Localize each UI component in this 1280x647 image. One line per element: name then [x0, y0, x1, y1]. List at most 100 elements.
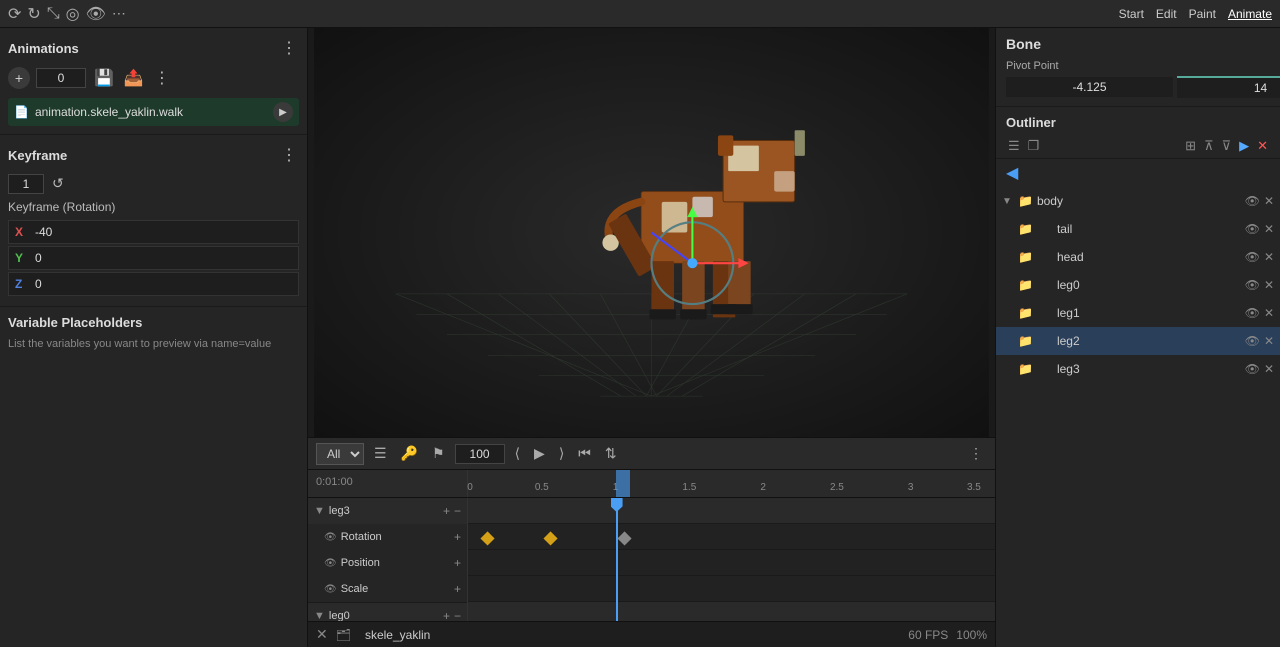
move-icon[interactable]: ⟳ — [8, 4, 21, 24]
view-icon[interactable]: 👁 — [86, 4, 106, 24]
eye-icon-3[interactable]: 👁 — [324, 584, 337, 595]
leg2-visibility[interactable]: 👁 — [1245, 334, 1260, 348]
menu-start[interactable]: Start — [1119, 7, 1144, 21]
play-button[interactable]: ▶ — [273, 102, 293, 122]
keyframe-title: Keyframe — [8, 148, 67, 163]
scale-icon[interactable]: ⤡ — [47, 5, 60, 23]
eye-icon-1[interactable]: 👁 — [324, 532, 337, 543]
flag-button[interactable]: ⚑ — [428, 443, 449, 464]
keyframe-2[interactable] — [543, 531, 557, 545]
leg3-delete[interactable]: ✕ — [1264, 362, 1274, 376]
head-folder-icon: 📁 — [1018, 250, 1033, 264]
tail-folder-icon: 📁 — [1018, 222, 1033, 236]
leg0-visibility[interactable]: 👁 — [1245, 278, 1260, 292]
rotate-icon[interactable]: ↻ — [27, 4, 40, 24]
next-key-button[interactable]: ⟩ — [555, 443, 568, 464]
ruler-2-5: 2.5 — [830, 482, 844, 493]
viewport[interactable] — [308, 28, 995, 437]
more-icon[interactable]: ⋯ — [112, 5, 126, 22]
timeline-content: ▼ leg3 + − 👁 Rotation + 👁 Position — [308, 498, 995, 621]
leg3-position-add[interactable]: + — [454, 556, 461, 570]
outliner-arrow-btn[interactable]: ▶ — [1237, 136, 1251, 156]
keyframe-3[interactable] — [617, 531, 631, 545]
leg0-folder-icon: 📁 — [1018, 278, 1033, 292]
outliner-item-head[interactable]: 📁 head 👁 ✕ — [996, 243, 1280, 271]
eye-icon-2[interactable]: 👁 — [324, 558, 337, 569]
export-animation-button[interactable]: 📤 — [122, 66, 146, 90]
save-animation-button[interactable]: 💾 — [92, 66, 116, 90]
body-visibility[interactable]: 👁 — [1245, 194, 1260, 208]
keyframe-1[interactable] — [480, 531, 494, 545]
outliner-item-leg0[interactable]: 📁 leg0 👁 ✕ — [996, 271, 1280, 299]
top-bar: ⟳ ↻ ⤡ ◎ 👁 ⋯ Start Edit Paint Animate — [0, 0, 1280, 28]
leg3-folder-icon: 📁 — [1018, 362, 1033, 376]
head-name: head — [1037, 250, 1241, 264]
timeline-ruler: 0:01:00 0 0.5 1 1.5 2 2.5 3 3.5 — [308, 470, 995, 498]
body-delete[interactable]: ✕ — [1264, 194, 1274, 208]
leg1-delete[interactable]: ✕ — [1264, 306, 1274, 320]
outliner-item-leg3[interactable]: 📁 leg3 👁 ✕ — [996, 355, 1280, 383]
head-delete[interactable]: ✕ — [1264, 250, 1274, 264]
leg3-visibility[interactable]: 👁 — [1245, 362, 1260, 376]
filter-dropdown[interactable]: All — [316, 443, 364, 465]
leg3-scale-add[interactable]: + — [454, 582, 461, 596]
leg3-rotation-add[interactable]: + — [454, 530, 461, 544]
play-timeline-button[interactable]: ▶ — [530, 443, 549, 464]
tail-delete[interactable]: ✕ — [1264, 222, 1274, 236]
outliner-item-tail[interactable]: 📁 tail 👁 ✕ — [996, 215, 1280, 243]
outliner-add-top-btn[interactable]: ⊞ — [1183, 136, 1198, 156]
menu-edit[interactable]: Edit — [1156, 7, 1177, 21]
leg3-add[interactable]: + — [443, 504, 450, 518]
timeline-more-button[interactable]: ⋮ — [965, 443, 987, 464]
keyframe-number-input[interactable] — [8, 174, 44, 194]
outliner-item-leg2[interactable]: 📁 leg2 👁 ✕ — [996, 327, 1280, 355]
animation-file-row[interactable]: 📄 animation.skele_yaklin.walk ▶ — [8, 98, 299, 126]
pivot-y-input[interactable] — [1177, 76, 1280, 98]
leg0-delete[interactable]: ✕ — [1264, 278, 1274, 292]
leg0-add[interactable]: + — [443, 609, 450, 621]
close-button[interactable]: ✕ — [316, 626, 328, 643]
pivot-icon[interactable]: ◎ — [66, 4, 80, 24]
leg3-position-label: Position — [341, 557, 450, 569]
key-button[interactable]: 🔑 — [397, 443, 422, 464]
animation-filename: animation.skele_yaklin.walk — [35, 105, 267, 119]
more-options-button[interactable]: ⋮ — [279, 36, 299, 60]
outliner-list-btn[interactable]: ☰ — [1006, 136, 1022, 156]
add-animation-button[interactable]: + — [8, 67, 30, 89]
anim-menu-button[interactable]: ⋮ — [152, 66, 172, 90]
leg3-toggle[interactable]: ▼ — [314, 505, 325, 517]
outliner-copy-btn[interactable]: ❐ — [1026, 136, 1042, 156]
filter-list-button[interactable]: ☰ — [370, 443, 391, 464]
x-value-row: X -40 — [8, 220, 299, 244]
keyframe-reset-button[interactable]: ↺ — [50, 173, 66, 194]
timeline-toolbar: All ☰ 🔑 ⚑ ⟨ ▶ ⟩ ⏮ ⇅ ⋮ — [308, 438, 995, 470]
head-visibility[interactable]: 👁 — [1245, 250, 1260, 264]
tail-visibility[interactable]: 👁 — [1245, 222, 1260, 236]
menu-animate[interactable]: Animate — [1228, 7, 1272, 21]
leg3-minus[interactable]: − — [454, 504, 461, 518]
pivot-x-input[interactable] — [1006, 77, 1173, 97]
sort-button[interactable]: ⇅ — [601, 443, 621, 464]
outliner-move-up-btn[interactable]: ⊼ — [1202, 136, 1216, 156]
menu-paint[interactable]: Paint — [1189, 7, 1216, 21]
leg2-delete[interactable]: ✕ — [1264, 334, 1274, 348]
prev-key-button[interactable]: ⟨ — [511, 443, 524, 464]
y-label: Y — [9, 247, 29, 269]
frame-input[interactable]: 0 — [36, 68, 86, 88]
leg3-rotation-header: 👁 Rotation + — [308, 524, 467, 550]
outliner-item-body[interactable]: ▼ 📁 body 👁 ✕ — [996, 187, 1280, 215]
leg0-toggle[interactable]: ▼ — [314, 610, 325, 621]
status-bar: ✕ 🗂 skele_yaklin 60 FPS 100% — [308, 621, 995, 647]
frame-count-input[interactable] — [455, 444, 505, 464]
leg1-visibility[interactable]: 👁 — [1245, 306, 1260, 320]
rewind-button[interactable]: ⏮ — [574, 443, 595, 464]
playhead[interactable] — [616, 498, 618, 621]
outliner-item-leg1[interactable]: 📁 leg1 👁 ✕ — [996, 299, 1280, 327]
outliner-move-down-btn[interactable]: ⊽ — [1220, 136, 1234, 156]
keyframe-row: ↺ — [8, 173, 299, 194]
keyframe-more-button[interactable]: ⋮ — [279, 143, 299, 167]
leg0-minus[interactable]: − — [454, 609, 461, 621]
variable-title: Variable Placeholders — [8, 315, 299, 330]
file-icon: 📄 — [14, 105, 29, 119]
outliner-delete-btn[interactable]: ✕ — [1255, 136, 1270, 156]
